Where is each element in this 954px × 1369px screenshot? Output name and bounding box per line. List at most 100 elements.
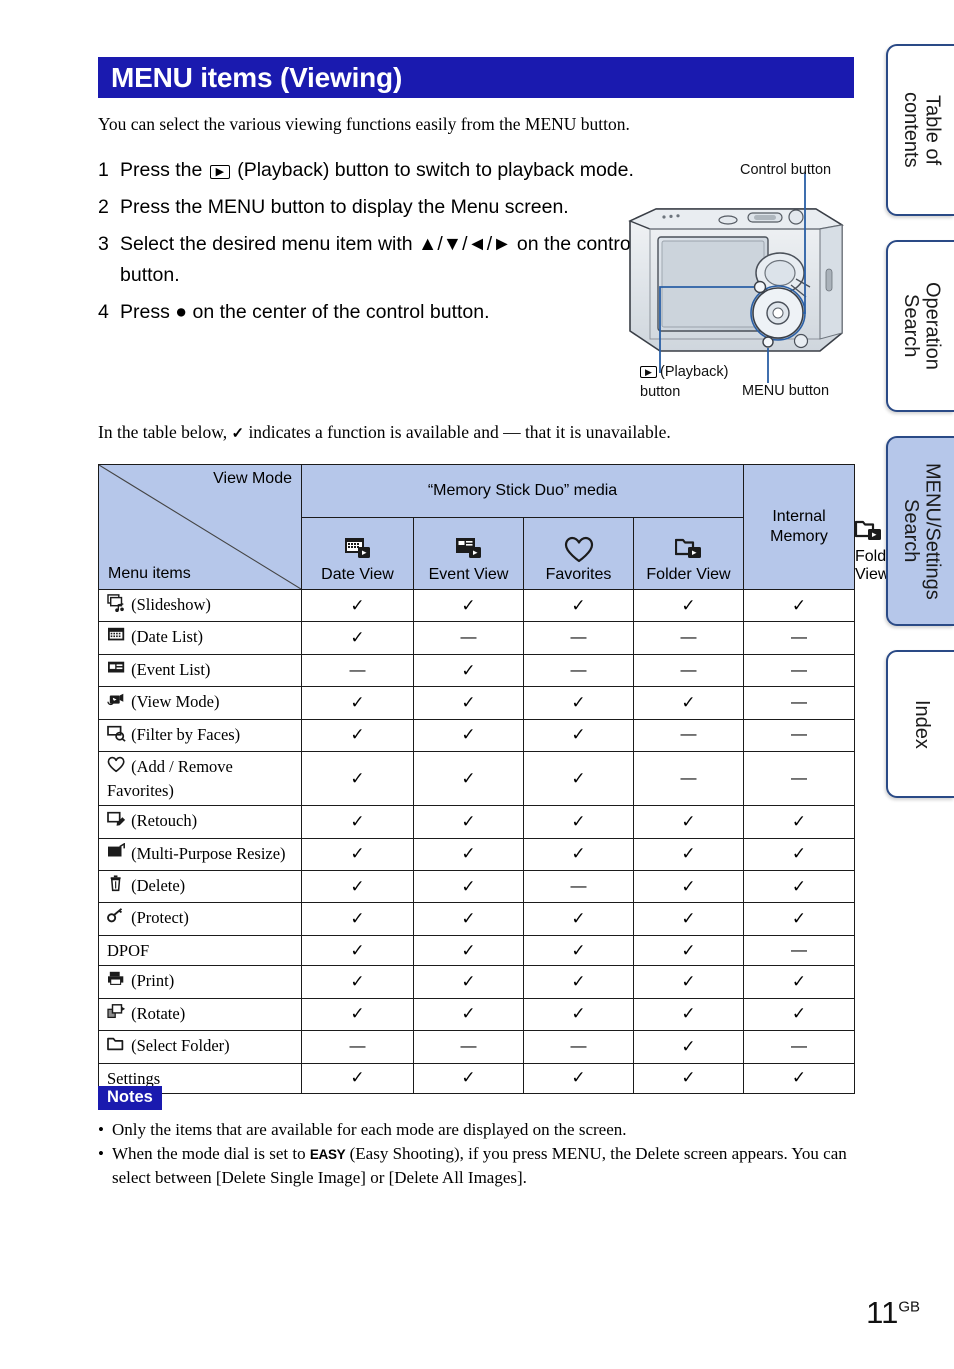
availability-check: ✓ (523, 837, 634, 871)
protect-icon-glyph (107, 908, 123, 923)
availability-check: ✓ (413, 751, 524, 807)
availability-check: ✓ (523, 902, 634, 936)
availability-check: ✓ (413, 869, 524, 904)
availability-note: In the table below, ✓ indicates a functi… (98, 422, 858, 443)
availability-check: ✓ (413, 965, 524, 999)
rotate-icon (107, 1003, 127, 1026)
column-header-label: Favorites (545, 566, 612, 583)
event-view-icon (414, 536, 523, 566)
availability-check: ✓ (523, 1062, 634, 1095)
side-tab-menu-settings-search[interactable]: MENU/Settings Search (886, 436, 954, 626)
multi-resize-icon-glyph (108, 842, 125, 856)
availability-dash: — (743, 934, 855, 967)
note-item: • Only the items that are available for … (98, 1118, 858, 1141)
menu-item-label: (Delete) (131, 875, 186, 895)
availability-dash: — (743, 686, 855, 720)
menu-item-cell: (Rotate) (98, 997, 302, 1032)
figure-label-control-button: Control button (740, 162, 832, 178)
side-tab-index[interactable]: Index (886, 650, 954, 798)
table-row: (Select Folder) — — — ✓ — (98, 1030, 855, 1064)
favorites-icon-glyph (107, 756, 125, 773)
table-header-row-1: View Mode Menu items “Memory Stick Duo” … (98, 464, 855, 590)
availability-dash: — (413, 621, 524, 655)
step-text: Select the desired menu item with ▲/▼/◄/… (120, 233, 636, 286)
menu-item-cell: (Event List) (98, 653, 302, 688)
step-number: 2 (98, 196, 109, 219)
availability-check: ✓ (743, 837, 855, 871)
menu-items-table: View Mode Menu items “Memory Stick Duo” … (98, 464, 900, 1095)
print-icon-glyph (108, 972, 124, 986)
view-mode-icon (107, 691, 127, 714)
availability-check: ✓ (743, 805, 855, 839)
availability-check: ✓ (301, 718, 414, 753)
playback-label-line1: (Playback) (660, 364, 729, 380)
page-number: 11GB (866, 1295, 920, 1331)
page-title-bar: MENU items (Viewing) (98, 57, 854, 98)
side-tab-label: Table of contents (900, 92, 944, 168)
heart-icon-glyph (564, 536, 593, 563)
step-text-after: (Playback) button to switch to playback … (237, 159, 634, 181)
step-text-before: Press the (120, 159, 203, 181)
menu-item-label: (Protect) (131, 908, 189, 928)
playback-icon: ▶ (209, 165, 230, 179)
side-tab-label: MENU/Settings Search (900, 462, 944, 600)
availability-check: ✓ (413, 997, 524, 1032)
availability-check: ✓ (301, 869, 414, 904)
side-tab-label: Operation Search (900, 282, 944, 370)
retouch-icon-glyph (107, 811, 126, 826)
column-header-folder-view-ms: Folder View (633, 517, 744, 590)
menu-item-label: (View Mode) (131, 692, 220, 712)
notes-list: • Only the items that are available for … (98, 1118, 858, 1190)
step-4: 4 Press ● on the center of the control b… (98, 297, 638, 327)
internal-memory-line2: Memory (770, 528, 828, 545)
menu-item-cell: (Slideshow) (98, 588, 302, 623)
availability-check: ✓ (413, 934, 524, 967)
availability-check: ✓ (743, 869, 855, 904)
side-tab-operation-search[interactable]: Operation Search (886, 240, 954, 412)
playback-label-line2: button (640, 383, 681, 400)
availability-check: ✓ (633, 1062, 744, 1095)
table-group-header-internal-memory: Internal Memory (743, 464, 855, 590)
availability-check: ✓ (633, 934, 744, 967)
table-row: (Slideshow) ✓ ✓ ✓ ✓ ✓ (98, 588, 855, 623)
menu-item-label: (Select Folder) (131, 1036, 230, 1056)
availability-check: ✓ (633, 869, 744, 904)
avail-note-pre: In the table below, (98, 422, 232, 442)
page-number-value: 11 (866, 1295, 899, 1330)
availability-dash: — (743, 621, 855, 655)
availability-check: ✓ (633, 805, 744, 839)
filter-by-faces-icon-glyph (107, 725, 126, 742)
table-body: (Slideshow) ✓ ✓ ✓ ✓ ✓ (Date List) ✓ — — — — (Event… (98, 588, 855, 1095)
availability-check: ✓ (743, 1062, 855, 1095)
step-1: 1 Press the ▶ (Playback) button to switc… (98, 155, 638, 185)
availability-check: ✓ (301, 751, 414, 807)
availability-dash: — (633, 621, 744, 655)
menu-item-label: (Retouch) (131, 811, 198, 831)
availability-check: ✓ (523, 965, 634, 999)
table-row: (Event List) — ✓ — — — (98, 653, 855, 688)
availability-dash: — (523, 1030, 634, 1064)
favorites-icon (107, 756, 127, 779)
menu-item-label: (Print) (131, 971, 175, 991)
rotate-icon-glyph (107, 1003, 126, 1018)
availability-check: ✓ (413, 686, 524, 720)
table-row: (Filter by Faces) ✓ ✓ ✓ — — (98, 718, 855, 753)
date-view-icon (302, 536, 413, 566)
select-folder-icon-glyph (107, 1037, 124, 1051)
availability-check: ✓ (743, 965, 855, 999)
availability-check: ✓ (633, 1030, 744, 1064)
event-list-icon-glyph (108, 661, 125, 673)
protect-icon (107, 907, 127, 930)
availability-check: ✓ (633, 965, 744, 999)
multi-resize-icon (107, 842, 127, 866)
note-item: • When the mode dial is set to EASY (Eas… (98, 1142, 858, 1189)
camera-figure: Control button MENU button ▶ (Playback) b… (620, 155, 890, 410)
side-tab-table-of-contents[interactable]: Table of contents (886, 44, 954, 216)
date-view-icon-glyph (344, 538, 370, 558)
delete-icon-glyph (110, 875, 121, 892)
menu-item-label: (Filter by Faces) (131, 724, 241, 744)
availability-check: ✓ (301, 902, 414, 936)
date-list-icon-glyph (108, 628, 125, 641)
availability-check: ✓ (413, 837, 524, 871)
menu-item-cell: (Protect) (98, 902, 302, 936)
